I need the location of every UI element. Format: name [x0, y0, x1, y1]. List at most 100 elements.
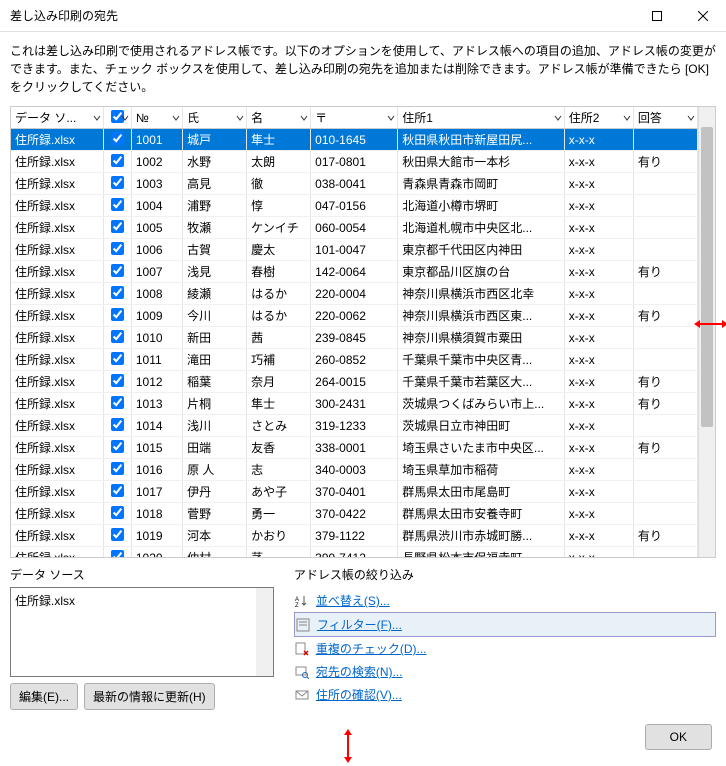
cell-first: 茎	[247, 547, 311, 558]
table-row[interactable]: 住所録.xlsx1016原 人志340-0003埼玉県草加市稲荷x-x-x	[11, 459, 698, 481]
cell-chk[interactable]	[103, 437, 131, 459]
cell-chk[interactable]	[103, 327, 131, 349]
dropdown-icon[interactable]	[236, 111, 244, 125]
column-header-chk[interactable]	[103, 107, 131, 129]
cell-chk[interactable]	[103, 173, 131, 195]
cell-chk[interactable]	[103, 305, 131, 327]
column-header-no[interactable]: №	[131, 107, 182, 129]
recipients-table[interactable]: データ ソ... №氏名〒住所1住所2回答 住所録.xlsx1001城戸隼士010…	[10, 106, 716, 558]
table-row[interactable]: 住所録.xlsx1012稲葉奈月264-0015千葉県千葉市若葉区大...x-x…	[11, 371, 698, 393]
table-row[interactable]: 住所録.xlsx1018菅野勇一370-0422群馬県太田市安養寺町x-x-x	[11, 503, 698, 525]
row-checkbox[interactable]	[111, 286, 124, 299]
row-checkbox[interactable]	[111, 198, 124, 211]
listbox-scrollbar[interactable]	[256, 588, 273, 676]
dropdown-icon[interactable]	[687, 111, 695, 125]
column-header-source[interactable]: データ ソ...	[11, 107, 103, 129]
table-row[interactable]: 住所録.xlsx1008綾瀬はるか220-0004神奈川県横浜市西区北幸x-x-…	[11, 283, 698, 305]
search-link[interactable]: 宛先の検索(N)...	[316, 663, 403, 680]
close-button[interactable]	[680, 0, 726, 32]
row-checkbox[interactable]	[111, 396, 124, 409]
row-checkbox[interactable]	[111, 308, 124, 321]
cell-chk[interactable]	[103, 217, 131, 239]
cell-reply	[633, 481, 697, 503]
cell-chk[interactable]	[103, 547, 131, 558]
column-header-addr2[interactable]: 住所2	[564, 107, 633, 129]
scroll-thumb[interactable]	[701, 127, 713, 427]
row-checkbox[interactable]	[111, 440, 124, 453]
dup-link[interactable]: 重複のチェック(D)...	[316, 640, 427, 657]
table-row[interactable]: 住所録.xlsx1007浅見春樹142-0064東京都品川区旗の台x-x-x有り	[11, 261, 698, 283]
row-checkbox[interactable]	[111, 374, 124, 387]
table-row[interactable]: 住所録.xlsx1009今川はるか220-0062神奈川県横浜市西区東...x-…	[11, 305, 698, 327]
table-row[interactable]: 住所録.xlsx1014浅川さとみ319-1233茨城県日立市神田町x-x-x	[11, 415, 698, 437]
cell-chk[interactable]	[103, 151, 131, 173]
cell-chk[interactable]	[103, 283, 131, 305]
row-checkbox[interactable]	[111, 528, 124, 541]
table-row[interactable]: 住所録.xlsx1005牧瀬ケンイチ060-0054北海道札幌市中央区北...x…	[11, 217, 698, 239]
cell-addr1: 青森県青森市岡町	[398, 173, 565, 195]
row-checkbox[interactable]	[111, 242, 124, 255]
column-header-last[interactable]: 氏	[183, 107, 247, 129]
dropdown-icon[interactable]	[172, 111, 180, 125]
row-checkbox[interactable]	[111, 264, 124, 277]
table-row[interactable]: 住所録.xlsx1017伊丹あや子370-0401群馬県太田市尾島町x-x-x	[11, 481, 698, 503]
ok-button[interactable]: OK	[645, 724, 712, 750]
dropdown-icon[interactable]	[554, 111, 562, 125]
row-checkbox[interactable]	[111, 154, 124, 167]
cell-chk[interactable]	[103, 503, 131, 525]
table-row[interactable]: 住所録.xlsx1010新田茜239-0845神奈川県横須賀市粟田x-x-x	[11, 327, 698, 349]
cell-chk[interactable]	[103, 195, 131, 217]
data-source-item[interactable]: 住所録.xlsx	[15, 592, 269, 609]
cell-chk[interactable]	[103, 239, 131, 261]
table-row[interactable]: 住所録.xlsx1002水野太朗017-0801秋田県大館市一本杉x-x-x有り	[11, 151, 698, 173]
edit-button[interactable]: 編集(E)...	[10, 683, 78, 710]
row-checkbox[interactable]	[111, 484, 124, 497]
cell-chk[interactable]	[103, 525, 131, 547]
dropdown-icon[interactable]	[121, 111, 129, 125]
cell-chk[interactable]	[103, 415, 131, 437]
column-header-reply[interactable]: 回答	[633, 107, 697, 129]
table-row[interactable]: 住所録.xlsx1003高見徹038-0041青森県青森市岡町x-x-x	[11, 173, 698, 195]
table-row[interactable]: 住所録.xlsx1001城戸隼士010-1645秋田県秋田市新屋田尻...x-x…	[11, 129, 698, 151]
cell-last: 河本	[183, 525, 247, 547]
row-checkbox[interactable]	[111, 550, 124, 558]
cell-chk[interactable]	[103, 129, 131, 151]
cell-chk[interactable]	[103, 371, 131, 393]
maximize-button[interactable]	[634, 0, 680, 32]
table-row[interactable]: 住所録.xlsx1013片桐隼士300-2431茨城県つくばみらい市上...x-…	[11, 393, 698, 415]
row-checkbox[interactable]	[111, 462, 124, 475]
filter-link[interactable]: フィルター(F)...	[317, 616, 402, 633]
row-checkbox[interactable]	[111, 330, 124, 343]
table-row[interactable]: 住所録.xlsx1019河本かおり379-1122群馬県渋川市赤城町勝...x-…	[11, 525, 698, 547]
cell-last: 古賀	[183, 239, 247, 261]
dropdown-icon[interactable]	[623, 111, 631, 125]
cell-reply: 有り	[633, 305, 697, 327]
table-row[interactable]: 住所録.xlsx1004浦野惇047-0156北海道小樽市堺町x-x-x	[11, 195, 698, 217]
column-header-first[interactable]: 名	[247, 107, 311, 129]
dropdown-icon[interactable]	[93, 111, 101, 125]
table-row[interactable]: 住所録.xlsx1011滝田巧補260-0852千葉県千葉市中央区青...x-x…	[11, 349, 698, 371]
row-checkbox[interactable]	[111, 352, 124, 365]
verify-link[interactable]: 住所の確認(V)...	[316, 686, 402, 703]
sort-link[interactable]: 並べ替え(S)...	[316, 592, 390, 609]
row-checkbox[interactable]	[111, 418, 124, 431]
dropdown-icon[interactable]	[387, 111, 395, 125]
table-row[interactable]: 住所録.xlsx1015田端友香338-0001埼玉県さいたま市中央区...x-…	[11, 437, 698, 459]
refresh-button[interactable]: 最新の情報に更新(H)	[84, 683, 215, 710]
row-checkbox[interactable]	[111, 176, 124, 189]
cell-chk[interactable]	[103, 261, 131, 283]
column-header-addr1[interactable]: 住所1	[398, 107, 565, 129]
row-checkbox[interactable]	[111, 132, 124, 145]
cell-chk[interactable]	[103, 459, 131, 481]
cell-chk[interactable]	[103, 481, 131, 503]
dropdown-icon[interactable]	[300, 111, 308, 125]
cell-chk[interactable]	[103, 393, 131, 415]
row-checkbox[interactable]	[111, 220, 124, 233]
data-source-list[interactable]: 住所録.xlsx	[10, 587, 274, 677]
table-row[interactable]: 住所録.xlsx1006古賀慶太101-0047東京都千代田区内神田x-x-x	[11, 239, 698, 261]
cell-chk[interactable]	[103, 349, 131, 371]
cell-last: 稲葉	[183, 371, 247, 393]
row-checkbox[interactable]	[111, 506, 124, 519]
column-header-zip[interactable]: 〒	[311, 107, 398, 129]
table-row[interactable]: 住所録.xlsx1020仲村茎399-7412長野県松本市保福寺町x-x-x	[11, 547, 698, 558]
